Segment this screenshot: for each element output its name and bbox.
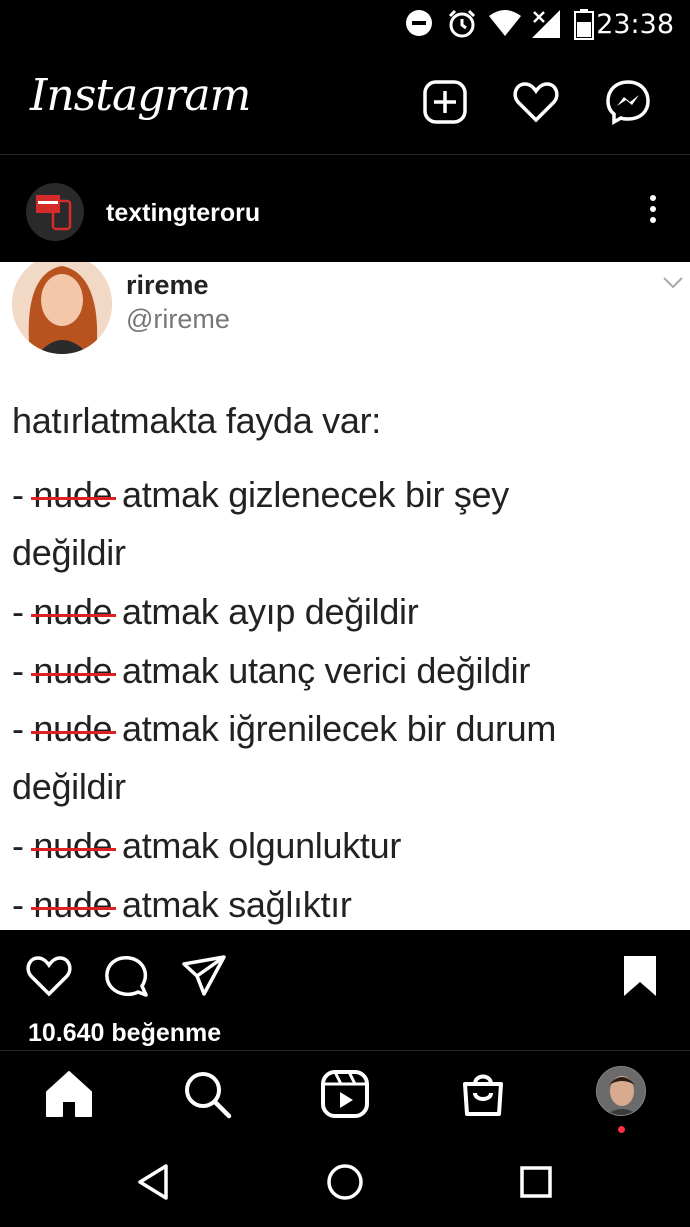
tweet-line: - nude atmak utanç verici değildir [12, 650, 531, 691]
tweet-name: rireme [126, 270, 209, 300]
struck-word: nude [31, 474, 117, 515]
tweet-line: - nude atmak iğrenilecek bir durum [12, 708, 557, 749]
author-username[interactable]: textingteroru [106, 199, 260, 228]
tweet-avatar [12, 262, 112, 354]
like-count[interactable]: 10.640 beğenme [28, 1019, 221, 1048]
recents-icon[interactable] [514, 1160, 558, 1204]
profile-photo-icon [597, 1067, 645, 1115]
search-icon[interactable] [181, 1068, 233, 1120]
more-options-icon[interactable] [646, 195, 660, 231]
tweet-line: - nude atmak sağlıktır [12, 884, 352, 925]
post-image[interactable]: rireme @rireme hatırlatmakta fayda var: … [0, 262, 690, 930]
share-icon[interactable] [180, 952, 228, 1000]
portrait-icon [12, 262, 112, 354]
struck-word: nude [31, 708, 117, 749]
author-avatar[interactable] [26, 183, 84, 241]
post-header: textingteroru [0, 163, 690, 261]
comment-icon[interactable] [102, 952, 150, 1000]
signal-icon [532, 10, 560, 38]
new-post-icon[interactable] [421, 78, 469, 126]
tweet-line: - nude atmak ayıp değildir [12, 591, 419, 632]
profile-avatar[interactable] [596, 1066, 646, 1116]
instagram-logo[interactable]: Instagram [30, 70, 251, 121]
system-nav-bar [0, 1140, 690, 1227]
header-divider [0, 154, 690, 155]
tweet-line: - nude atmak gizlenecek bir şey [12, 474, 509, 515]
clock: 23:38 [596, 9, 674, 40]
messenger-icon[interactable] [604, 78, 652, 126]
save-icon[interactable] [616, 952, 664, 1000]
alarm-icon [448, 9, 476, 38]
home-circle-icon[interactable] [323, 1160, 367, 1204]
home-icon[interactable] [43, 1068, 95, 1120]
wifi-icon [489, 10, 521, 36]
tweet-handle: @rireme [126, 304, 230, 334]
chevron-down-icon [663, 277, 683, 289]
back-icon[interactable] [132, 1160, 176, 1204]
reels-icon[interactable] [319, 1068, 371, 1120]
tweet-intro: hatırlatmakta fayda var: [12, 400, 381, 441]
bottom-nav [0, 1050, 690, 1140]
shop-icon[interactable] [457, 1068, 509, 1120]
struck-word: nude [31, 591, 117, 632]
post-actions [0, 932, 690, 1020]
like-icon[interactable] [25, 952, 73, 1000]
notification-dot [618, 1126, 625, 1133]
heart-icon[interactable] [512, 78, 560, 126]
struck-word: nude [31, 884, 117, 925]
tweet-line: - nude atmak olgunluktur [12, 825, 402, 866]
status-bar: 23:38 [0, 0, 690, 50]
tweet-line: değildir [12, 766, 126, 807]
battery-icon [574, 9, 594, 40]
tweet-line: değildir [12, 532, 126, 573]
app-header: Instagram [0, 52, 690, 152]
struck-word: nude [31, 650, 117, 691]
do-not-disturb-icon [406, 10, 432, 36]
struck-word: nude [31, 825, 117, 866]
phone-logo-icon [36, 195, 72, 231]
